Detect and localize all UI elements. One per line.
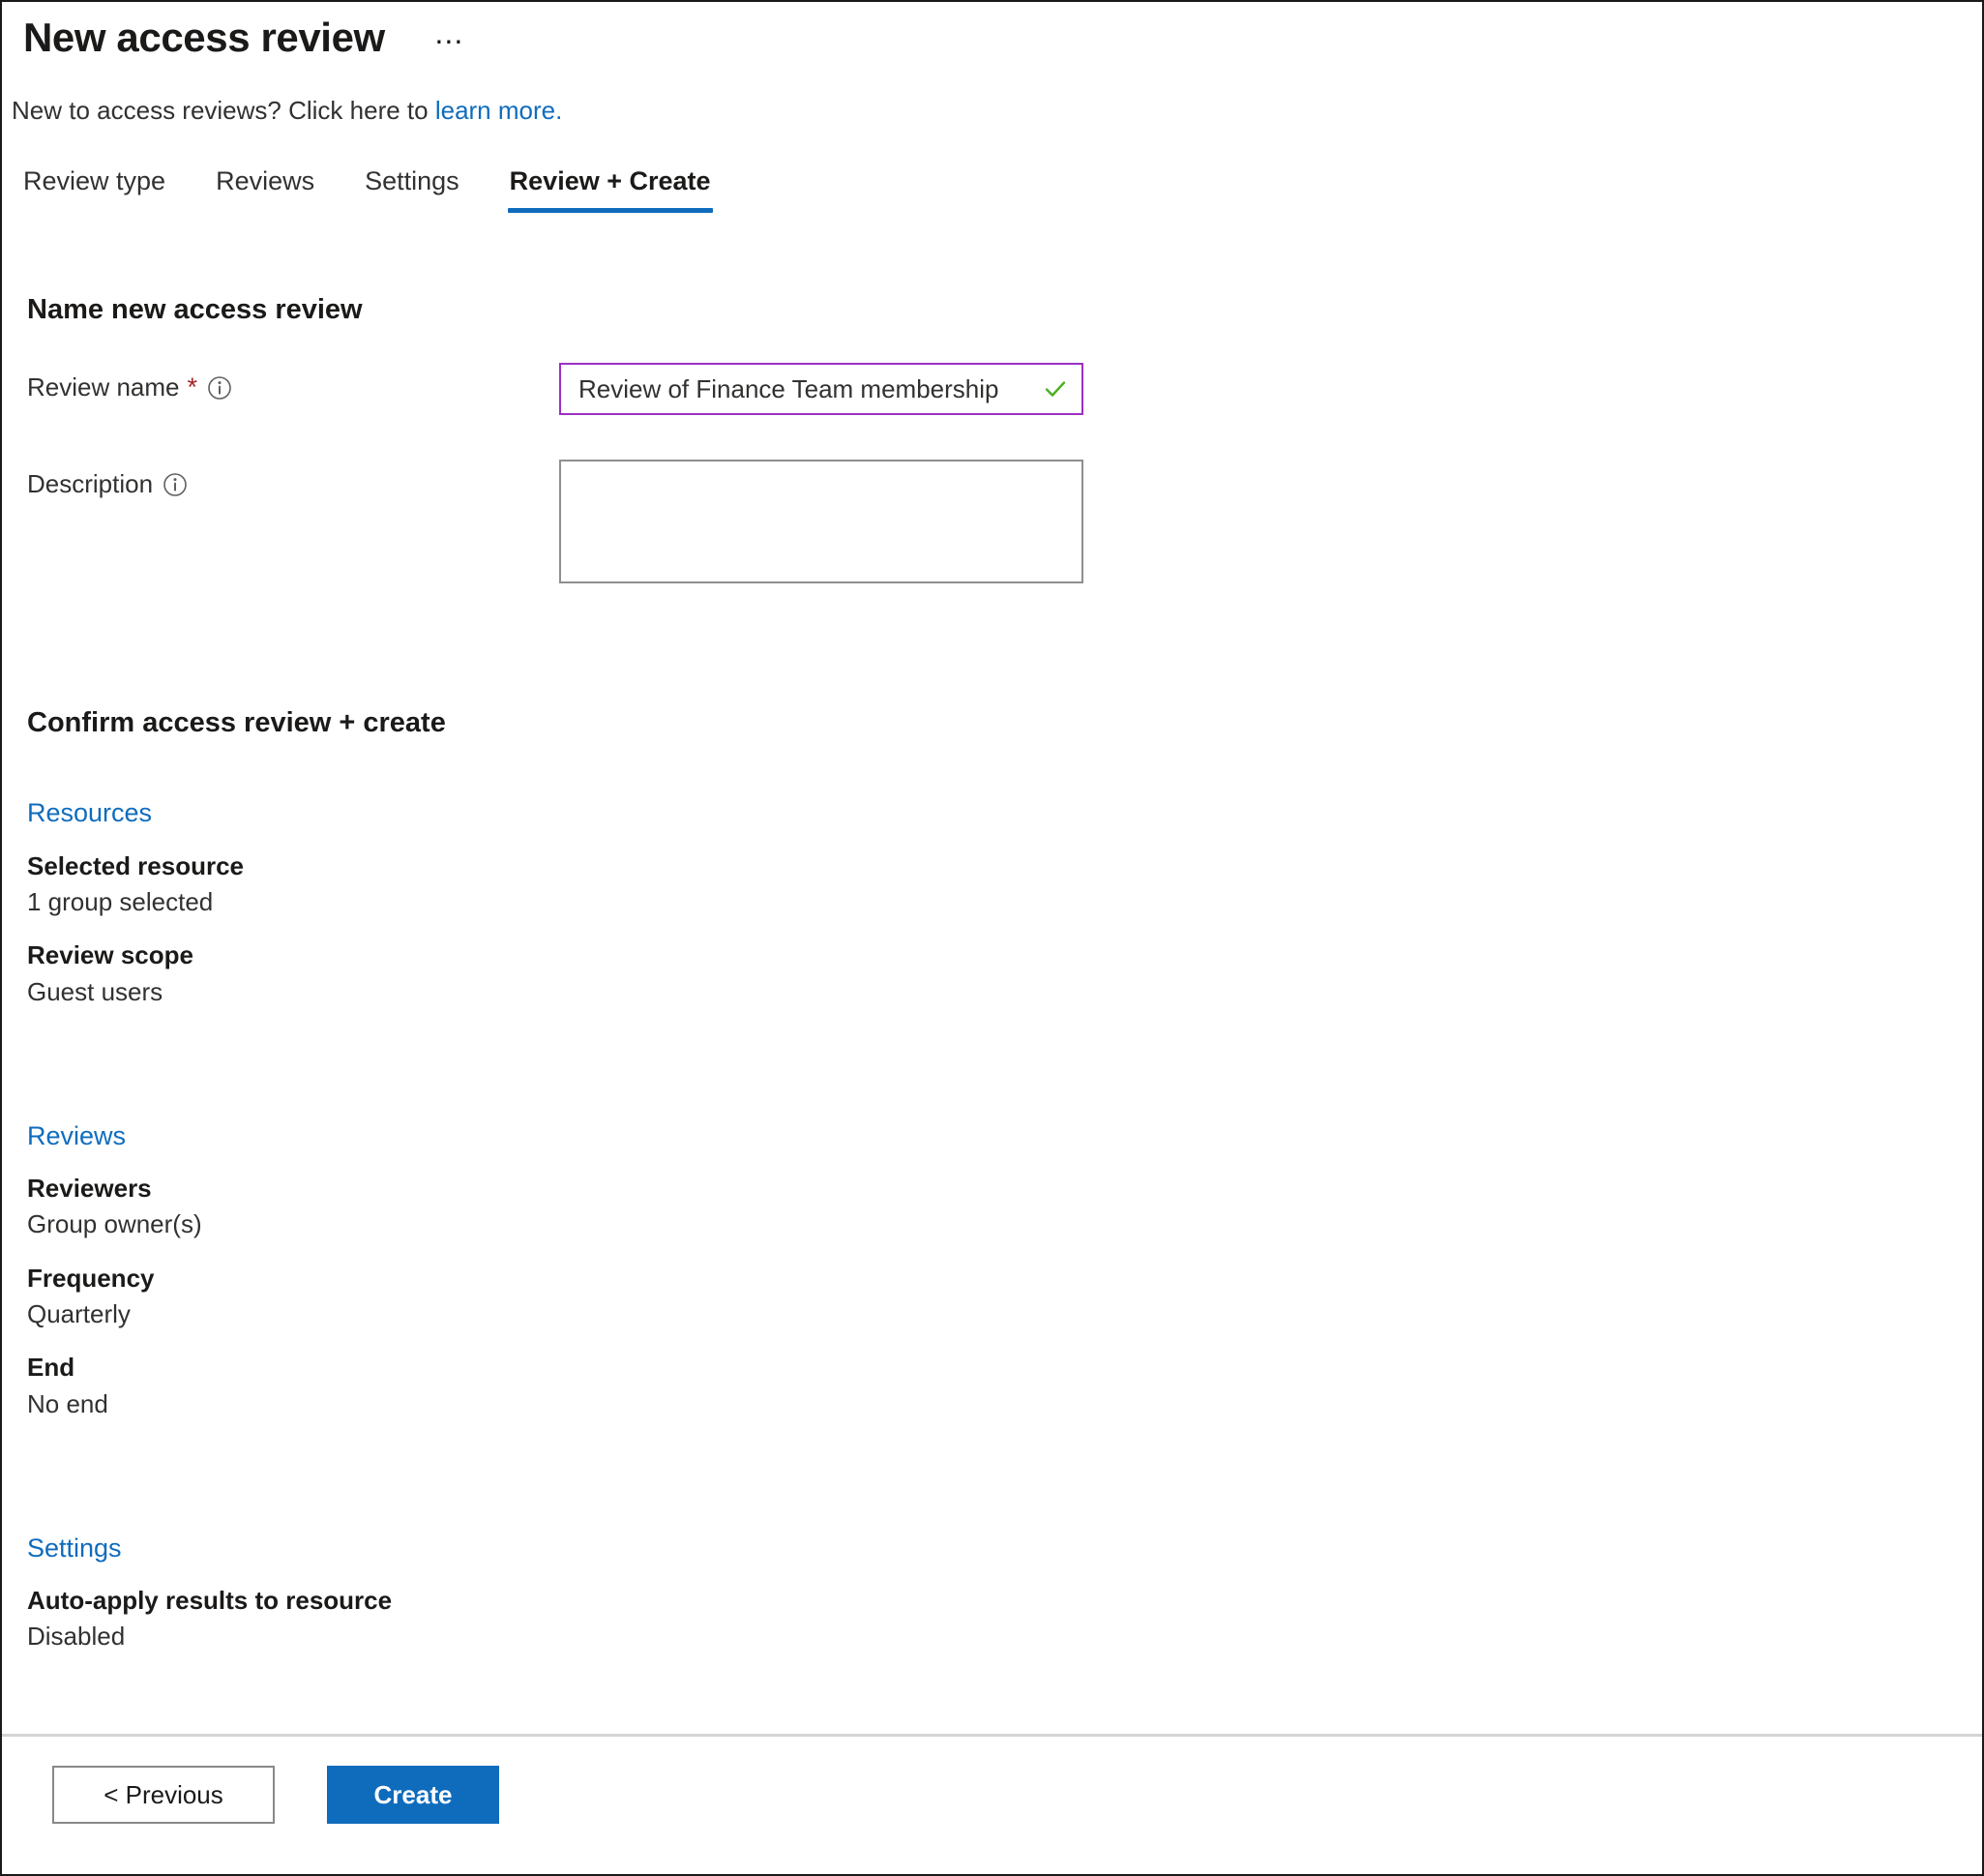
summary-item: Selected resource 1 group selected	[27, 850, 1982, 919]
review-name-label-group: Review name *	[27, 363, 559, 402]
review-name-label: Review name	[27, 372, 180, 402]
summary-group-resources: Resources Selected resource 1 group sele…	[2, 797, 1982, 1007]
description-label-group: Description	[27, 460, 559, 499]
tab-settings[interactable]: Settings	[340, 166, 485, 214]
previous-button[interactable]: < Previous	[52, 1766, 275, 1824]
review-name-row: Review name * Review of Finance Team mem…	[2, 363, 1982, 416]
new-access-review-blade: New access review ⋯ New to access review…	[0, 0, 1984, 1876]
summary-key: End	[27, 1353, 75, 1383]
blade-footer: < Previous Create	[2, 1734, 1982, 1874]
summary-value: No end	[27, 1388, 108, 1418]
check-icon	[1041, 374, 1070, 403]
summary-key: Review scope	[27, 940, 193, 970]
intro-text: New to access reviews? Click here to lea…	[2, 60, 1982, 127]
create-button[interactable]: Create	[327, 1766, 499, 1824]
summary-value: Quarterly	[27, 1299, 131, 1329]
settings-link[interactable]: Settings	[2, 1533, 122, 1563]
blade-header: New access review ⋯	[2, 2, 1982, 60]
summary-key: Frequency	[27, 1263, 155, 1293]
review-name-input[interactable]: Review of Finance Team membership	[559, 363, 1083, 416]
resources-link[interactable]: Resources	[2, 797, 152, 828]
summary-key: Auto-apply results to resource	[27, 1586, 393, 1616]
ellipsis-icon[interactable]: ⋯	[428, 26, 472, 59]
summary-item: Auto-apply results to resource Disabled	[27, 1585, 1982, 1653]
summary-group-settings: Settings Auto-apply results to resource …	[2, 1533, 1982, 1653]
reviews-link[interactable]: Reviews	[2, 1120, 126, 1151]
footer-actions: < Previous Create	[2, 1737, 1982, 1824]
settings-summary-list: Auto-apply results to resource Disabled	[2, 1585, 1982, 1653]
summary-value: Guest users	[27, 976, 163, 1006]
reviews-summary-list: Reviewers Group owner(s) Frequency Quart…	[2, 1173, 1982, 1420]
summary-item: Reviewers Group owner(s)	[27, 1173, 1982, 1241]
summary-group-reviews: Reviews Reviewers Group owner(s) Frequen…	[2, 1120, 1982, 1420]
summary-key: Reviewers	[27, 1174, 152, 1204]
summary-item: End No end	[27, 1352, 1982, 1420]
tab-reviews[interactable]: Reviews	[191, 166, 340, 214]
required-marker: *	[187, 372, 198, 402]
blade-content: New access review ⋯ New to access review…	[2, 2, 1982, 1874]
learn-more-link[interactable]: learn more.	[435, 96, 563, 125]
resources-summary-list: Selected resource 1 group selected Revie…	[2, 850, 1982, 1008]
description-input[interactable]	[559, 460, 1083, 584]
name-form: Review name * Review of Finance Team mem…	[2, 363, 1982, 584]
summary-item: Review scope Guest users	[27, 939, 1982, 1008]
tab-review-type[interactable]: Review type	[19, 166, 191, 214]
summary-value: Disabled	[27, 1622, 126, 1652]
page-title: New access review	[23, 15, 385, 60]
info-icon[interactable]	[207, 375, 232, 401]
summary-key: Selected resource	[27, 850, 245, 880]
summary-value: Group owner(s)	[27, 1209, 202, 1239]
wizard-tabs: Review type Reviews Settings Review + Cr…	[2, 127, 1982, 214]
info-icon[interactable]	[163, 472, 188, 497]
tab-review-create[interactable]: Review + Create	[485, 166, 736, 214]
description-label: Description	[27, 469, 154, 499]
review-name-input-value: Review of Finance Team membership	[578, 373, 999, 403]
intro-static-text: New to access reviews? Click here to	[12, 96, 435, 126]
summary-item: Frequency Quarterly	[27, 1263, 1982, 1331]
confirm-section-heading: Confirm access review + create	[27, 707, 446, 739]
summary-value: 1 group selected	[27, 887, 214, 917]
name-section-heading: Name new access review	[27, 294, 363, 326]
description-row: Description	[2, 460, 1982, 584]
